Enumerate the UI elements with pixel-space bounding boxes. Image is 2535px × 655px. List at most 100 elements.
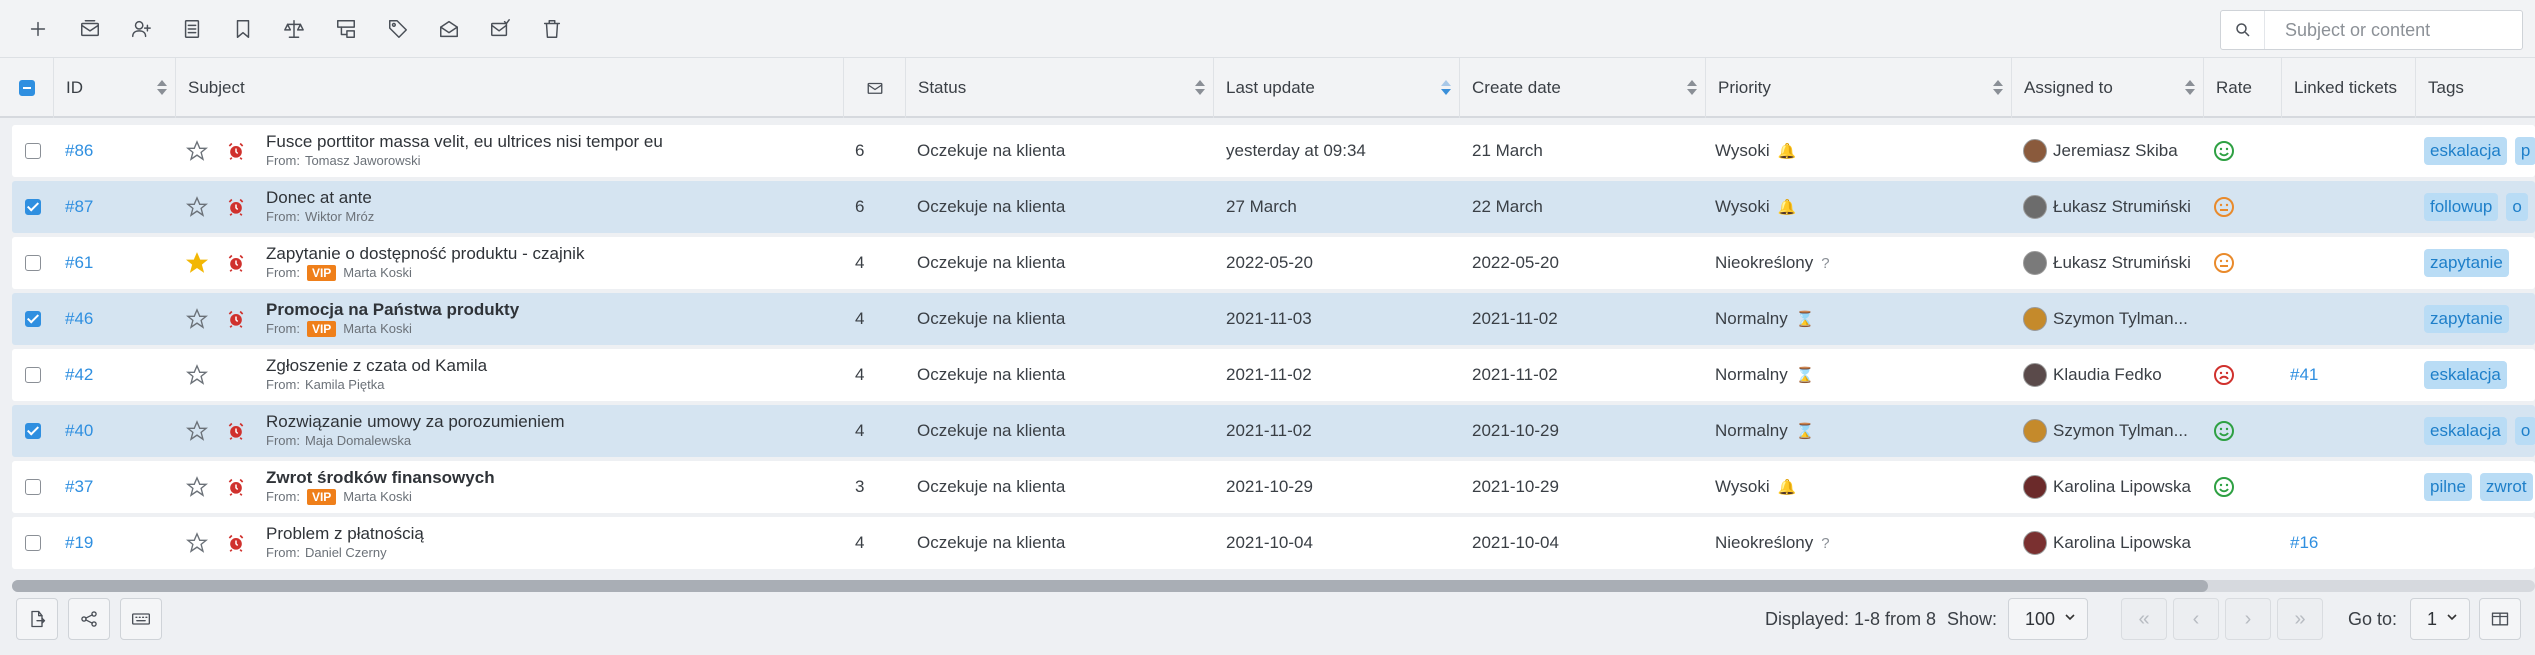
ticket-subject[interactable]: Zwrot środków finansowych <box>266 468 495 488</box>
search-icon[interactable] <box>2221 11 2265 49</box>
assign-user-button[interactable] <box>121 11 161 47</box>
star-toggle[interactable] <box>186 181 214 233</box>
share-button[interactable] <box>68 598 110 640</box>
add-ticket-button[interactable] <box>18 11 58 47</box>
row-checkbox[interactable] <box>25 367 41 383</box>
tag-badge[interactable]: followup <box>2424 193 2499 221</box>
star-toggle[interactable] <box>186 125 214 177</box>
tag-badge[interactable]: zapytanie <box>2424 305 2509 333</box>
subject-cell[interactable]: Zgłoszenie z czata od Kamila From: Kamila … <box>266 349 846 401</box>
column-header-linked-tickets[interactable]: Linked tickets <box>2282 58 2416 118</box>
tag-badge[interactable]: o <box>2514 417 2535 445</box>
row-checkbox[interactable] <box>25 255 41 271</box>
ticket-id-link[interactable]: #86 <box>65 141 93 161</box>
first-page-button[interactable]: « <box>2121 598 2167 640</box>
move-department-button[interactable] <box>326 11 366 47</box>
row-checkbox[interactable] <box>25 479 41 495</box>
table-row[interactable]: #87 Donec at ante From: Wiktor Mróz 6 Oczekuj… <box>12 181 2535 233</box>
ticket-id-link[interactable]: #61 <box>65 253 93 273</box>
subject-cell[interactable]: Donec at ante From: Wiktor Mróz <box>266 181 846 233</box>
ticket-subject[interactable]: Zgłoszenie z czata od Kamila <box>266 356 487 376</box>
star-toggle[interactable] <box>186 461 214 513</box>
ticket-id-link[interactable]: #40 <box>65 421 93 441</box>
notes-button[interactable] <box>172 11 212 47</box>
export-button[interactable] <box>16 598 58 640</box>
ticket-id[interactable]: #42 <box>65 349 175 401</box>
tag-badge[interactable]: eskalacja <box>2424 361 2507 389</box>
row-checkbox[interactable] <box>25 535 41 551</box>
row-checkbox[interactable] <box>25 311 41 327</box>
merge-tickets-button[interactable] <box>70 11 110 47</box>
ticket-subject[interactable]: Problem z płatnością <box>266 524 424 544</box>
subject-cell[interactable]: Rozwiązanie umowy za porozumieniem From: M… <box>266 405 846 457</box>
table-row[interactable]: #19 Problem z płatnością From: Daniel Czern… <box>12 517 2535 569</box>
column-header-rate[interactable]: Rate <box>2204 58 2282 118</box>
column-header-messages[interactable] <box>844 58 906 118</box>
select-all-checkbox[interactable] <box>18 80 35 96</box>
star-toggle[interactable] <box>186 237 214 289</box>
ticket-subject[interactable]: Fusce porttitor massa velit, eu ultrices… <box>266 132 663 152</box>
table-row[interactable]: #40 Rozwiązanie umowy za porozumieniem Fro… <box>12 405 2535 457</box>
ticket-id-link[interactable]: #87 <box>65 197 93 217</box>
ticket-id[interactable]: #46 <box>65 293 175 345</box>
tag-badge[interactable]: p <box>2514 137 2535 165</box>
mark-unread-button[interactable] <box>480 11 520 47</box>
scrollbar-thumb[interactable] <box>12 580 2208 592</box>
tag-badge[interactable]: pilne <box>2424 473 2472 501</box>
row-checkbox[interactable] <box>25 423 41 439</box>
ticket-id-link[interactable]: #42 <box>65 365 93 385</box>
priority-button[interactable] <box>274 11 314 47</box>
last-page-button[interactable]: » <box>2277 598 2323 640</box>
ticket-subject[interactable]: Zapytanie o dostępność produktu - czajni… <box>266 244 584 264</box>
table-row[interactable]: #37 Zwrot środków finansowych From: VIP Mart… <box>12 461 2535 513</box>
column-header-create-date[interactable]: Create date <box>1460 58 1706 118</box>
ticket-id-link[interactable]: #19 <box>65 533 93 553</box>
tag-badge[interactable]: o <box>2506 193 2528 221</box>
ticket-id[interactable]: #37 <box>65 461 175 513</box>
subject-cell[interactable]: Zwrot środków finansowych From: VIP Marta K… <box>266 461 846 513</box>
ticket-id[interactable]: #87 <box>65 181 175 233</box>
column-header-tags[interactable]: Tags <box>2416 58 2535 118</box>
column-header-status[interactable]: Status <box>906 58 1214 118</box>
star-toggle[interactable] <box>186 517 214 569</box>
tag-badge[interactable]: eskalacja <box>2424 417 2507 445</box>
column-header-subject[interactable]: Subject <box>176 58 844 118</box>
bookmark-button[interactable] <box>223 11 263 47</box>
table-row[interactable]: #61 Zapytanie o dostępność produktu - cza… <box>12 237 2535 289</box>
tag-badge[interactable]: zapytanie <box>2424 249 2509 277</box>
ticket-subject[interactable]: Donec at ante <box>266 188 372 208</box>
delete-button[interactable] <box>532 11 572 47</box>
goto-page-select[interactable]: 1 <box>2410 598 2470 640</box>
prev-page-button[interactable]: ‹ <box>2173 598 2219 640</box>
row-checkbox[interactable] <box>25 199 41 215</box>
tag-button[interactable] <box>378 11 418 47</box>
ticket-id[interactable]: #86 <box>65 125 175 177</box>
ticket-id[interactable]: #40 <box>65 405 175 457</box>
search-input[interactable] <box>2265 19 2515 41</box>
next-page-button[interactable]: › <box>2225 598 2271 640</box>
star-toggle[interactable] <box>186 349 214 401</box>
subject-cell[interactable]: Promocja na Państwa produkty From: VIP Mart… <box>266 293 846 345</box>
horizontal-scrollbar[interactable] <box>12 580 2535 592</box>
ticket-id[interactable]: #19 <box>65 517 175 569</box>
column-header-id[interactable]: ID <box>54 58 176 118</box>
table-row[interactable]: #86 Fusce porttitor massa velit, eu ultri… <box>12 125 2535 177</box>
subject-cell[interactable]: Fusce porttitor massa velit, eu ultrices… <box>266 125 846 177</box>
ticket-id[interactable]: #61 <box>65 237 175 289</box>
table-row[interactable]: #46 Promocja na Państwa produkty From: VIP M… <box>12 293 2535 345</box>
table-row[interactable]: #42 Zgłoszenie z czata od Kamila From: Kami… <box>12 349 2535 401</box>
star-toggle[interactable] <box>186 405 214 457</box>
page-size-select[interactable]: 100 <box>2008 598 2088 640</box>
column-header-assigned-to[interactable]: Assigned to <box>2012 58 2204 118</box>
tag-badge[interactable]: eskalacja <box>2424 137 2507 165</box>
ticket-id-link[interactable]: #37 <box>65 477 93 497</box>
tag-badge[interactable]: zwrot <box>2479 473 2533 501</box>
ticket-subject[interactable]: Promocja na Państwa produkty <box>266 300 519 320</box>
subject-cell[interactable]: Problem z płatnością From: Daniel Czerny <box>266 517 846 569</box>
ticket-id-link[interactable]: #46 <box>65 309 93 329</box>
keyboard-shortcuts-button[interactable] <box>120 598 162 640</box>
column-header-last-update[interactable]: Last update <box>1214 58 1460 118</box>
ticket-subject[interactable]: Rozwiązanie umowy za porozumieniem <box>266 412 565 432</box>
column-header-priority[interactable]: Priority <box>1706 58 2012 118</box>
star-toggle[interactable] <box>186 293 214 345</box>
